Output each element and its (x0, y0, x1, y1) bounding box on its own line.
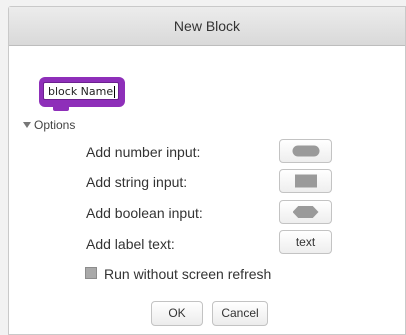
block-name-text: block Name (48, 85, 114, 98)
run-without-refresh-label: Run without screen refresh (104, 266, 272, 282)
add-label-text-label: Add label text: (86, 236, 175, 252)
add-number-input-button[interactable] (279, 139, 332, 163)
add-boolean-input-label: Add boolean input: (86, 205, 203, 221)
add-boolean-input-button[interactable] (279, 200, 332, 224)
rectangle-shape-icon (294, 174, 317, 188)
add-label-text-button[interactable]: text (279, 230, 332, 254)
run-without-refresh-checkbox[interactable] (85, 267, 97, 279)
new-block-dialog: New Block block Name Options Add number … (8, 6, 406, 335)
block-name-input[interactable]: block Name (43, 82, 119, 100)
ok-button[interactable]: OK (151, 301, 203, 326)
block-preview: block Name (39, 77, 125, 111)
dialog-title: New Block (9, 7, 405, 46)
options-label: Options (34, 118, 76, 132)
add-string-input-label: Add string input: (86, 174, 188, 190)
oval-shape-icon (292, 145, 319, 157)
disclosure-triangle-icon (23, 122, 31, 128)
add-number-input-label: Add number input: (86, 144, 201, 160)
add-label-text-button-label: text (295, 235, 316, 249)
options-toggle[interactable]: Options (23, 118, 75, 132)
add-string-input-button[interactable] (279, 169, 332, 193)
run-without-refresh-option[interactable]: Run without screen refresh (85, 266, 271, 282)
cancel-button[interactable]: Cancel (212, 301, 268, 326)
text-caret (114, 86, 116, 98)
hexagon-shape-icon (292, 206, 319, 218)
